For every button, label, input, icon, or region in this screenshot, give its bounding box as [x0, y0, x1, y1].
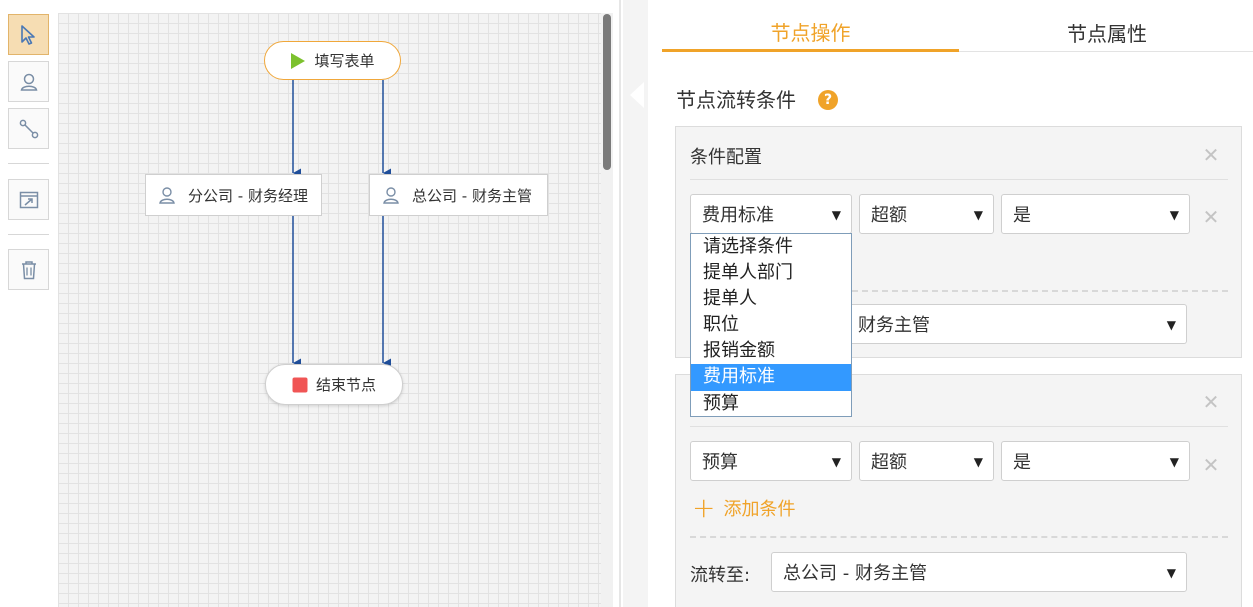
start-node-label: 填写表单	[314, 52, 375, 70]
task-node-label: 分公司 - 财务经理	[188, 186, 308, 205]
task-node-hq-supervisor[interactable]: 总公司 - 财务主管	[369, 174, 548, 216]
flow-canvas[interactable]	[58, 13, 613, 607]
toolbar-divider	[8, 163, 49, 164]
flow-to-select[interactable]: 总公司 - 财务主管 ▼	[771, 552, 1187, 592]
chevron-down-icon: ▼	[1166, 566, 1176, 580]
chevron-down-icon: ▼	[1169, 455, 1179, 469]
dropdown-option[interactable]: 请选择条件	[691, 234, 851, 260]
dropdown-option[interactable]: 职位	[691, 312, 851, 338]
dropdown-option-selected[interactable]: 费用标准	[691, 364, 851, 391]
select-value: 是	[1013, 452, 1031, 473]
select-value: 预算	[702, 452, 738, 473]
chevron-down-icon: ▼	[831, 208, 841, 222]
add-condition-button[interactable]: + 添加条件	[692, 491, 796, 524]
task-node-branch-manager[interactable]: 分公司 - 财务经理	[145, 174, 322, 216]
chevron-down-icon: ▼	[1166, 318, 1176, 332]
tool-palette	[0, 0, 57, 607]
help-icon[interactable]: ?	[818, 90, 838, 110]
start-node[interactable]: 填写表单	[264, 41, 401, 80]
connector-tool-button[interactable]	[8, 108, 49, 149]
condition-value-select[interactable]: 是 ▼	[1001, 194, 1190, 234]
select-value: 超额	[871, 205, 907, 226]
task-node-label: 总公司 - 财务主管	[412, 186, 532, 205]
close-icon[interactable]: ✕	[1201, 145, 1221, 165]
dropdown-option[interactable]: 提单人部门	[691, 260, 851, 286]
flow-to-select[interactable]: 财务主管 ▼	[846, 304, 1187, 344]
select-value: 超额	[871, 452, 907, 473]
select-value: 费用标准	[702, 205, 774, 226]
trash-icon	[21, 260, 36, 279]
chevron-down-icon: ▼	[1169, 208, 1179, 222]
select-tool-button[interactable]	[8, 14, 49, 55]
close-icon[interactable]: ✕	[1201, 392, 1221, 412]
tab-node-operations[interactable]: 节点操作	[662, 14, 959, 52]
dashed-divider	[690, 536, 1228, 538]
play-icon	[291, 52, 306, 69]
user-icon	[383, 187, 399, 204]
card-divider	[690, 179, 1228, 180]
chevron-down-icon: ▼	[973, 208, 983, 222]
dropdown-option[interactable]: 提单人	[691, 286, 851, 312]
connector-icon	[19, 119, 38, 138]
dropdown-option[interactable]: 报销金额	[691, 338, 851, 364]
condition-operator-select[interactable]: 超额 ▼	[859, 194, 994, 234]
select-value: 财务主管	[858, 315, 930, 336]
plus-icon: +	[692, 491, 716, 524]
user-icon	[159, 187, 175, 204]
condition-field-select[interactable]: 费用标准 ▼	[690, 194, 852, 234]
chevron-down-icon: ▼	[973, 455, 983, 469]
stop-icon	[292, 377, 308, 392]
section-title: 节点流转条件	[676, 88, 796, 112]
panel-pointer	[630, 82, 644, 108]
end-node-label: 结束节点	[315, 376, 376, 394]
select-value: 是	[1013, 205, 1031, 226]
expand-icon	[19, 191, 38, 208]
condition-field-dropdown[interactable]: 请选择条件 提单人部门 提单人 职位 报销金额 费用标准 预算	[690, 233, 852, 417]
add-condition-label: 添加条件	[723, 499, 796, 520]
fit-view-button[interactable]	[8, 179, 49, 220]
canvas-scrollbar-thumb[interactable]	[603, 14, 611, 170]
user-node-tool-button[interactable]	[8, 61, 49, 102]
card-title: 条件配置	[690, 147, 762, 168]
remove-condition-icon[interactable]: ✕	[1201, 207, 1221, 227]
dropdown-option[interactable]: 预算	[691, 391, 851, 417]
condition-operator-select[interactable]: 超额 ▼	[859, 441, 994, 481]
flow-to-label: 流转至:	[690, 565, 751, 586]
user-icon	[20, 73, 37, 91]
cursor-icon	[20, 24, 35, 45]
toolbar-divider	[8, 234, 49, 235]
end-node[interactable]: 结束节点	[265, 364, 403, 405]
card-divider	[690, 426, 1228, 427]
remove-condition-icon[interactable]: ✕	[1201, 455, 1221, 475]
select-value: 总公司 - 财务主管	[783, 563, 927, 584]
dashed-divider	[852, 290, 1228, 292]
delete-button[interactable]	[8, 249, 49, 290]
panel-divider	[619, 0, 621, 607]
condition-value-select[interactable]: 是 ▼	[1001, 441, 1190, 481]
condition-field-select[interactable]: 预算 ▼	[690, 441, 852, 481]
chevron-down-icon: ▼	[831, 455, 841, 469]
tab-node-properties[interactable]: 节点属性	[959, 14, 1253, 52]
